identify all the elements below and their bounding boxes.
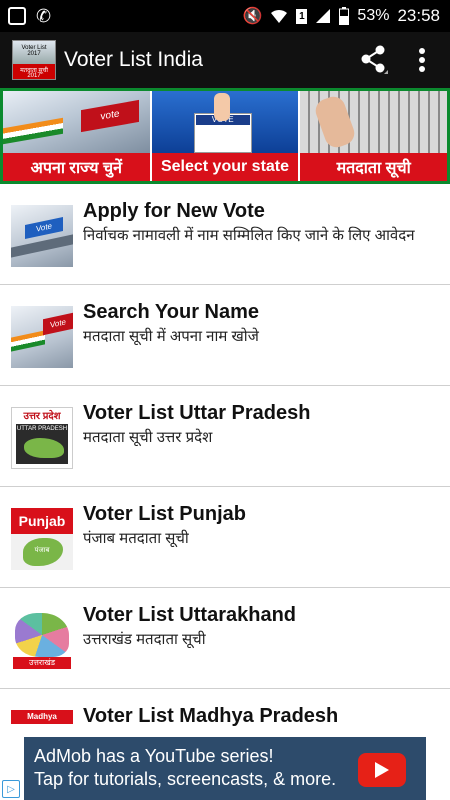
banner-label-2: Select your state	[151, 153, 299, 181]
item-title: Voter List Punjab	[83, 503, 246, 525]
wifi-icon	[271, 9, 288, 23]
keyboard-vote-thumbnail: Vote	[11, 205, 73, 267]
uttar-pradesh-map-thumbnail: उत्तर प्रदेश UTTAR PRADESH	[11, 407, 73, 469]
item-title: Voter List Uttarakhand	[83, 604, 296, 626]
item-title: Search Your Name	[83, 301, 260, 323]
list-item-uttarakhand[interactable]: उत्तराखंड Voter List Uttarakhand उत्तराख…	[0, 588, 450, 689]
thumb-vote-key: Vote	[43, 312, 73, 336]
share-icon	[361, 45, 388, 74]
overflow-menu-button[interactable]	[398, 32, 446, 88]
ad-line-1: AdMob has a YouTube series!	[34, 746, 274, 766]
uttarakhand-map-thumbnail: उत्तराखंड	[11, 609, 73, 671]
punjab-map-thumbnail: Punjab पंजाब	[11, 508, 73, 570]
share-button[interactable]	[350, 32, 398, 88]
thumb-label: UTTAR PRADESH	[16, 426, 68, 432]
youtube-play-icon	[375, 762, 389, 778]
evm-machine-image	[300, 91, 448, 153]
thumb-label: उत्तराखंड	[13, 657, 71, 669]
item-subtitle: मतदाता सूची में अपना नाम खोजे	[83, 328, 259, 345]
list-item-search-name[interactable]: Vote Search Your Name मतदाता सूची में अप…	[0, 285, 450, 386]
ballot-box-image: VOTE	[151, 91, 299, 153]
signal-icon	[316, 9, 331, 23]
item-title: Voter List Madhya Pradesh	[83, 705, 339, 727]
item-title: Apply for New Vote	[83, 200, 265, 222]
item-subtitle: निर्वाचक नामावली में नाम सम्मिलित किए जा…	[83, 227, 415, 244]
thumb-heading: उत्तर प्रदेश	[23, 411, 61, 422]
item-subtitle: मतदाता सूची उत्तर प्रदेश	[83, 429, 213, 446]
thumb-label: पंजाब	[34, 547, 50, 554]
ad-text: AdMob has a YouTube series! Tap for tuto…	[34, 745, 336, 791]
app-logo: Voter List 2017 मतदाता सूची 2017	[12, 40, 56, 80]
list-item-punjab[interactable]: Punjab पंजाब Voter List Punjab पंजाब मतद…	[0, 487, 450, 588]
thumb-heading: Madhya Pradesh	[11, 710, 73, 735]
logo-line-3: 2017	[27, 73, 41, 79]
ad-line-2: Tap for tutorials, screencasts, & more.	[34, 769, 337, 789]
banner-select-state[interactable]: VOTE Select your state	[151, 91, 301, 181]
keyboard-vote-image: vote	[3, 91, 150, 153]
battery-icon	[339, 7, 350, 25]
banner-label-1: अपना राज्य चुनें	[3, 153, 150, 181]
thumb-heading: Punjab	[11, 508, 73, 534]
banner-voter-list[interactable]: मतदाता सूची	[300, 91, 448, 181]
keyboard-flag-thumbnail: Vote	[11, 306, 73, 368]
banner-label-3: मतदाता सूची	[300, 153, 448, 181]
item-subtitle: पंजाब मतदाता सूची	[83, 530, 189, 547]
ad-margin-right	[426, 737, 450, 800]
menu-list: Vote Apply for New Vote निर्वाचक नामावली…	[0, 184, 450, 790]
clock: 23:58	[397, 6, 440, 25]
battery-percent: 53%	[357, 7, 390, 24]
mute-icon: 🔇	[242, 8, 263, 25]
app-bar: Voter List 2017 मतदाता सूची 2017 Voter L…	[0, 32, 450, 88]
gallery-notification-icon	[8, 7, 26, 25]
ad-choices-icon[interactable]: ▷	[2, 780, 20, 798]
thumb-vote-key: Vote	[25, 216, 63, 240]
app-title: Voter List India	[64, 48, 203, 71]
banner[interactable]: vote अपना राज्य चुनें VOTE Select your s…	[0, 88, 450, 184]
item-title: Voter List Uttar Pradesh	[83, 402, 311, 424]
overflow-menu-icon	[419, 48, 425, 72]
phone-notification-icon: ✆	[36, 5, 52, 26]
list-item-uttar-pradesh[interactable]: उत्तर प्रदेश UTTAR PRADESH Voter List Ut…	[0, 386, 450, 487]
list-item-apply-new-vote[interactable]: Vote Apply for New Vote निर्वाचक नामावली…	[0, 184, 450, 285]
youtube-play-button[interactable]	[358, 753, 406, 787]
banner-choose-state[interactable]: vote अपना राज्य चुनें	[3, 91, 152, 181]
logo-line-1: Voter List 2017	[21, 45, 47, 57]
status-bar: ✆ 🔇 1 53% 23:58	[0, 0, 450, 32]
ad-banner[interactable]: AdMob has a YouTube series! Tap for tuto…	[0, 737, 450, 800]
item-subtitle: उत्तराखंड मतदाता सूची	[83, 631, 206, 648]
sim-icon: 1	[296, 8, 308, 24]
